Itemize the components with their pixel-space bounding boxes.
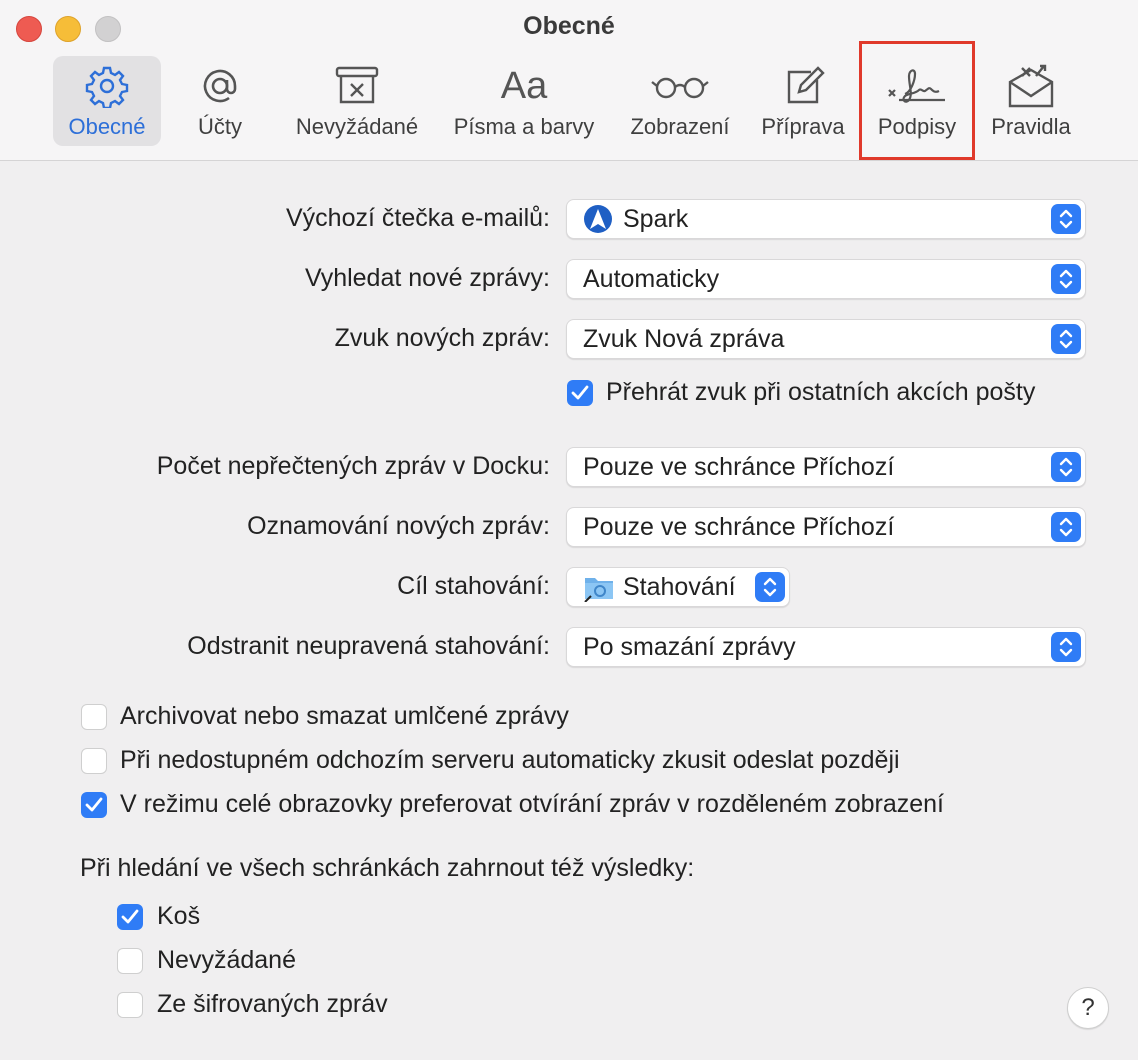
tab-label: Písma a barvy (453, 114, 595, 139)
notifications-popup[interactable]: Pouze ve schránce Příchozí (566, 507, 1086, 547)
signature-icon (885, 64, 949, 108)
split-view-label: V režimu celé obrazovky preferovat otvír… (120, 790, 944, 818)
window-title: Obecné (523, 12, 615, 40)
help-button[interactable]: ? (1067, 987, 1109, 1029)
mail-preferences-window: Obecné Obecné Účty Nevyžádané Aa Písma a… (0, 0, 1138, 1060)
toolbar: Obecné Obecné Účty Nevyžádané Aa Písma a… (0, 0, 1138, 161)
search-trash-checkbox[interactable] (117, 904, 143, 930)
tab-label: Nevyžádané (295, 114, 419, 139)
tab-label: Podpisy (877, 114, 957, 139)
checkmark-icon (121, 909, 139, 924)
tab-composing[interactable]: Příprava (755, 56, 851, 146)
at-sign-icon (198, 64, 242, 108)
dock-unread-popup[interactable]: Pouze ve schránce Příchozí (566, 447, 1086, 487)
up-down-chevron-icon (1051, 264, 1081, 294)
up-down-chevron-icon (1051, 204, 1081, 234)
check-new-label: Vyhledat nové zprávy: (304, 264, 550, 292)
checkmark-icon (571, 385, 589, 400)
search-encrypted-label: Ze šifrovaných zpráv (157, 990, 388, 1018)
up-down-chevron-icon (1051, 324, 1081, 354)
tab-fonts-colors[interactable]: Aa Písma a barvy (446, 56, 602, 146)
popup-value: Pouze ve schránce Příchozí (583, 512, 895, 541)
tab-viewing[interactable]: Zobrazení (622, 56, 738, 146)
tab-signatures[interactable]: Podpisy (859, 41, 975, 160)
popup-value: Spark (623, 204, 689, 233)
retry-send-label: Při nedostupném odchozím serveru automat… (120, 746, 900, 774)
junk-tray-icon (333, 64, 381, 108)
search-junk-label: Nevyžádané (157, 946, 296, 974)
up-down-chevron-icon (1051, 632, 1081, 662)
popup-value: Pouze ve schránce Příchozí (583, 452, 895, 481)
tab-label: Účty (198, 114, 242, 139)
checkmark-icon (85, 797, 103, 812)
new-sound-label: Zvuk nových zpráv: (334, 324, 550, 352)
download-folder-label: Cíl stahování: (397, 572, 550, 600)
play-sounds-checkbox[interactable] (567, 380, 593, 406)
default-reader-popup[interactable]: Spark (566, 199, 1086, 239)
search-junk-checkbox[interactable] (117, 948, 143, 974)
search-trash-label: Koš (157, 902, 201, 930)
tab-label: Příprava (761, 114, 845, 139)
default-reader-label: Výchozí čtečka e-mailů: (286, 204, 550, 232)
archive-muted-label: Archivovat nebo smazat umlčené zprávy (120, 702, 569, 730)
gear-icon (85, 64, 129, 108)
split-view-checkbox[interactable] (81, 792, 107, 818)
tab-junk[interactable]: Nevyžádané (287, 56, 427, 146)
tab-rules[interactable]: Pravidla (983, 56, 1079, 146)
popup-value: Zvuk Nová zpráva (583, 324, 785, 353)
remove-downloads-popup[interactable]: Po smazání zprávy (566, 627, 1086, 667)
font-icon: Aa (500, 64, 548, 107)
search-heading: Při hledání ve všech schránkách zahrnout… (80, 854, 695, 882)
notifications-label: Oznamování nových zpráv: (247, 512, 550, 540)
tab-label: Pravidla (991, 114, 1071, 139)
popup-value: Po smazání zprávy (583, 632, 796, 661)
downloads-folder-icon (583, 572, 615, 602)
popup-value: Automaticky (583, 264, 720, 293)
up-down-chevron-icon (755, 572, 785, 602)
rules-envelope-icon (1006, 64, 1056, 108)
search-encrypted-checkbox[interactable] (117, 992, 143, 1018)
tab-accounts[interactable]: Účty (176, 56, 264, 146)
tab-label: Obecné (68, 114, 146, 139)
check-new-popup[interactable]: Automaticky (566, 259, 1086, 299)
up-down-chevron-icon (1051, 452, 1081, 482)
spark-app-icon (583, 204, 613, 234)
remove-downloads-label: Odstranit neupravená stahování: (187, 632, 550, 660)
compose-icon (781, 64, 825, 108)
tab-label: Zobrazení (630, 114, 730, 139)
new-sound-popup[interactable]: Zvuk Nová zpráva (566, 319, 1086, 359)
help-label: ? (1081, 994, 1095, 1021)
retry-send-checkbox[interactable] (81, 748, 107, 774)
download-folder-popup[interactable]: Stahování (566, 567, 790, 607)
up-down-chevron-icon (1051, 512, 1081, 542)
play-sounds-label: Přehrát zvuk při ostatních akcích pošty (606, 378, 1036, 406)
tab-general[interactable]: Obecné (53, 56, 161, 146)
dock-unread-label: Počet nepřečtených zpráv v Docku: (156, 452, 550, 480)
glasses-icon (650, 64, 710, 108)
archive-muted-checkbox[interactable] (81, 704, 107, 730)
